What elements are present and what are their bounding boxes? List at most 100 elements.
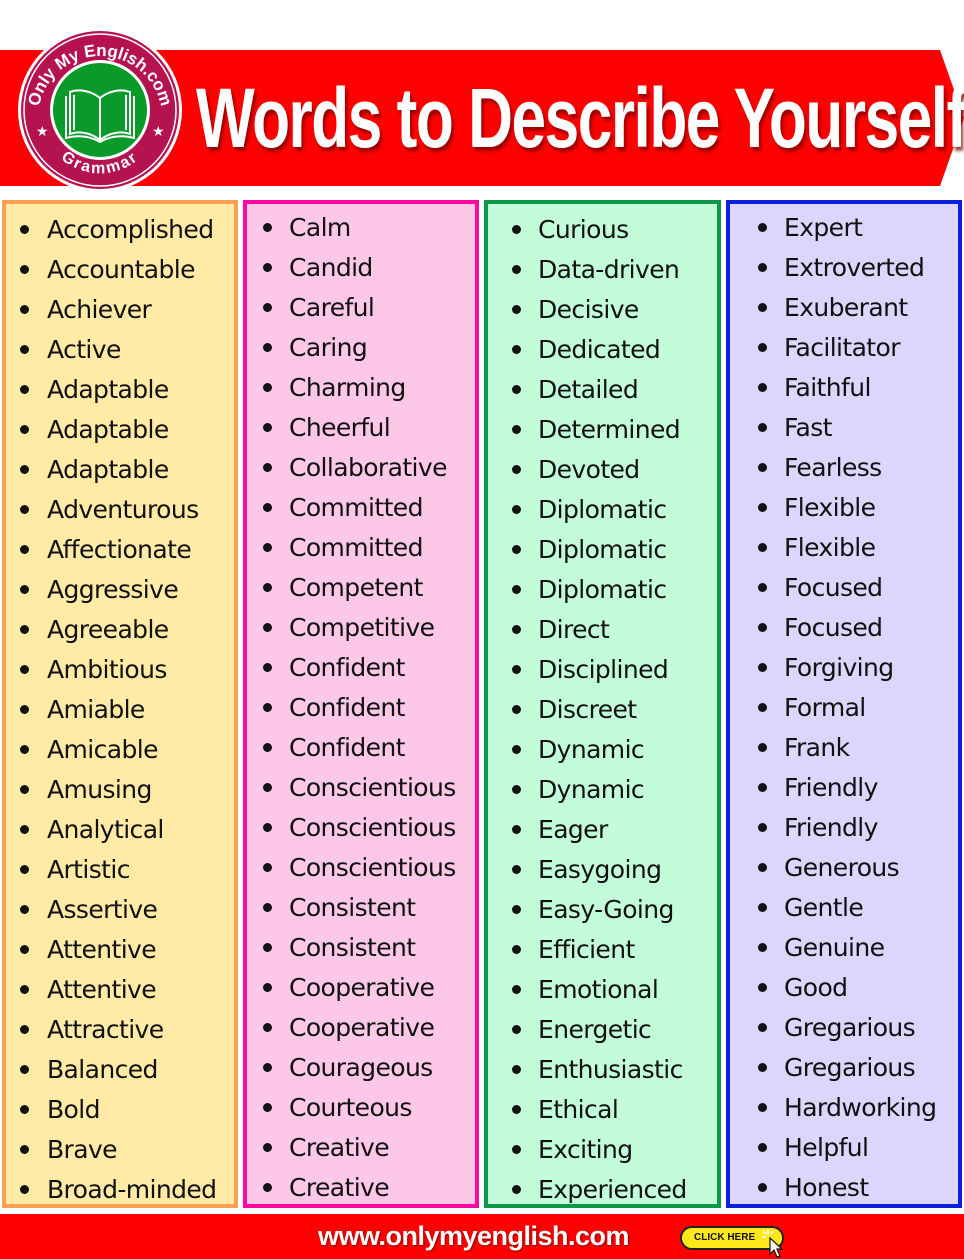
word-text: Adaptable — [47, 455, 169, 484]
bullet-icon — [512, 625, 521, 634]
bullet-icon — [263, 463, 272, 472]
word-list-item: Dynamic — [488, 770, 717, 810]
word-list-item: Adventurous — [6, 490, 234, 530]
word-text: Cooperative — [289, 973, 435, 1002]
click-here-label: CLICK HERE — [694, 1232, 756, 1243]
bullet-icon — [263, 263, 272, 272]
word-text: Generous — [784, 853, 900, 882]
word-text: Amusing — [47, 775, 152, 804]
word-text: Competent — [289, 573, 423, 602]
word-list-item: Attentive — [6, 970, 234, 1010]
word-text: Fearless — [784, 453, 882, 482]
word-list-item: Confident — [247, 648, 475, 688]
word-list-item: Creative — [247, 1168, 475, 1208]
word-list-item: Emotional — [488, 970, 717, 1010]
word-text: Efficient — [538, 935, 635, 964]
word-text: Faithful — [784, 373, 871, 402]
word-list-item: Friendly — [730, 808, 958, 848]
bullet-icon — [512, 385, 521, 394]
site-logo[interactable]: Only My English.com Grammar ★ ★ — [16, 26, 184, 194]
cursor-click-icon — [762, 1230, 784, 1258]
bullet-icon — [512, 985, 521, 994]
word-list-item: Competitive — [247, 608, 475, 648]
word-text: Attractive — [47, 1015, 164, 1044]
bullet-icon — [20, 745, 29, 754]
word-text: Attentive — [47, 975, 157, 1004]
bullet-icon — [758, 303, 767, 312]
word-list-item: Generous — [730, 848, 958, 888]
word-text: Frank — [784, 733, 850, 762]
bullet-icon — [20, 1025, 29, 1034]
bullet-icon — [263, 383, 272, 392]
word-text: Fast — [784, 413, 832, 442]
word-list-item: Analytical — [6, 810, 234, 850]
word-list-item: Experienced — [488, 1170, 717, 1210]
bullet-icon — [20, 265, 29, 274]
word-text: Gregarious — [784, 1053, 916, 1082]
word-text: Dedicated — [538, 335, 661, 364]
word-list-item: Direct — [488, 610, 717, 650]
word-list-item: Creative — [247, 1128, 475, 1168]
word-text: Exuberant — [784, 293, 908, 322]
bullet-icon — [512, 705, 521, 714]
bullet-icon — [263, 703, 272, 712]
bullet-icon — [263, 783, 272, 792]
word-list-item: Confident — [247, 728, 475, 768]
bullet-icon — [20, 305, 29, 314]
bullet-icon — [263, 583, 272, 592]
word-text: Committed — [289, 533, 423, 562]
bullet-icon — [758, 983, 767, 992]
bullet-icon — [758, 943, 767, 952]
bullet-icon — [20, 825, 29, 834]
star-icon: ★ — [36, 124, 49, 140]
bullet-icon — [512, 1105, 521, 1114]
word-text: Competitive — [289, 613, 435, 642]
bullet-icon — [758, 583, 767, 592]
bullet-icon — [512, 345, 521, 354]
word-text: Diplomatic — [538, 495, 667, 524]
bullet-icon — [758, 463, 767, 472]
word-list-item: Affectionate — [6, 530, 234, 570]
bullet-icon — [758, 423, 767, 432]
word-list: Expert Extroverted Exuberant Facilitator Fai… — [730, 208, 958, 1208]
word-text: Detailed — [538, 375, 639, 404]
word-text: Aggressive — [47, 575, 179, 604]
word-list-item: Adaptable — [6, 450, 234, 490]
word-text: Creative — [289, 1173, 390, 1202]
word-list-item: Fearless — [730, 448, 958, 488]
word-text: Facilitator — [784, 333, 900, 362]
word-text: Enthusiastic — [538, 1055, 683, 1084]
bullet-icon — [758, 1183, 767, 1192]
bullet-icon — [263, 303, 272, 312]
word-list-item: Confident — [247, 688, 475, 728]
word-list-item: Efficient — [488, 930, 717, 970]
bullet-icon — [20, 1185, 29, 1194]
word-list-item: Competent — [247, 568, 475, 608]
word-text: Amiable — [47, 695, 145, 724]
word-text: Exciting — [538, 1135, 633, 1164]
word-text: Eager — [538, 815, 608, 844]
bullet-icon — [512, 945, 521, 954]
word-text: Affectionate — [47, 535, 192, 564]
star-icon: ★ — [152, 124, 165, 140]
word-list-item: Committed — [247, 488, 475, 528]
word-text: Flexible — [784, 493, 876, 522]
bullet-icon — [263, 503, 272, 512]
word-text: Confident — [289, 733, 405, 762]
bullet-icon — [758, 1143, 767, 1152]
word-list-item: Committed — [247, 528, 475, 568]
word-list-item: Broad-minded — [6, 1170, 234, 1210]
website-link[interactable]: www.onlymyenglish.com — [318, 1218, 630, 1254]
word-text: Ethical — [538, 1095, 619, 1124]
bullet-icon — [758, 543, 767, 552]
word-text: Ambitious — [47, 655, 167, 684]
word-list-item: Achiever — [6, 290, 234, 330]
word-list-item: Hardworking — [730, 1088, 958, 1128]
word-list-item: Conscientious — [247, 768, 475, 808]
word-list-item: Attentive — [6, 930, 234, 970]
bullet-icon — [263, 1103, 272, 1112]
word-text: Accomplished — [47, 215, 214, 244]
word-list-item: Collaborative — [247, 448, 475, 488]
word-list-item: Decisive — [488, 290, 717, 330]
word-text: Conscientious — [289, 773, 456, 802]
